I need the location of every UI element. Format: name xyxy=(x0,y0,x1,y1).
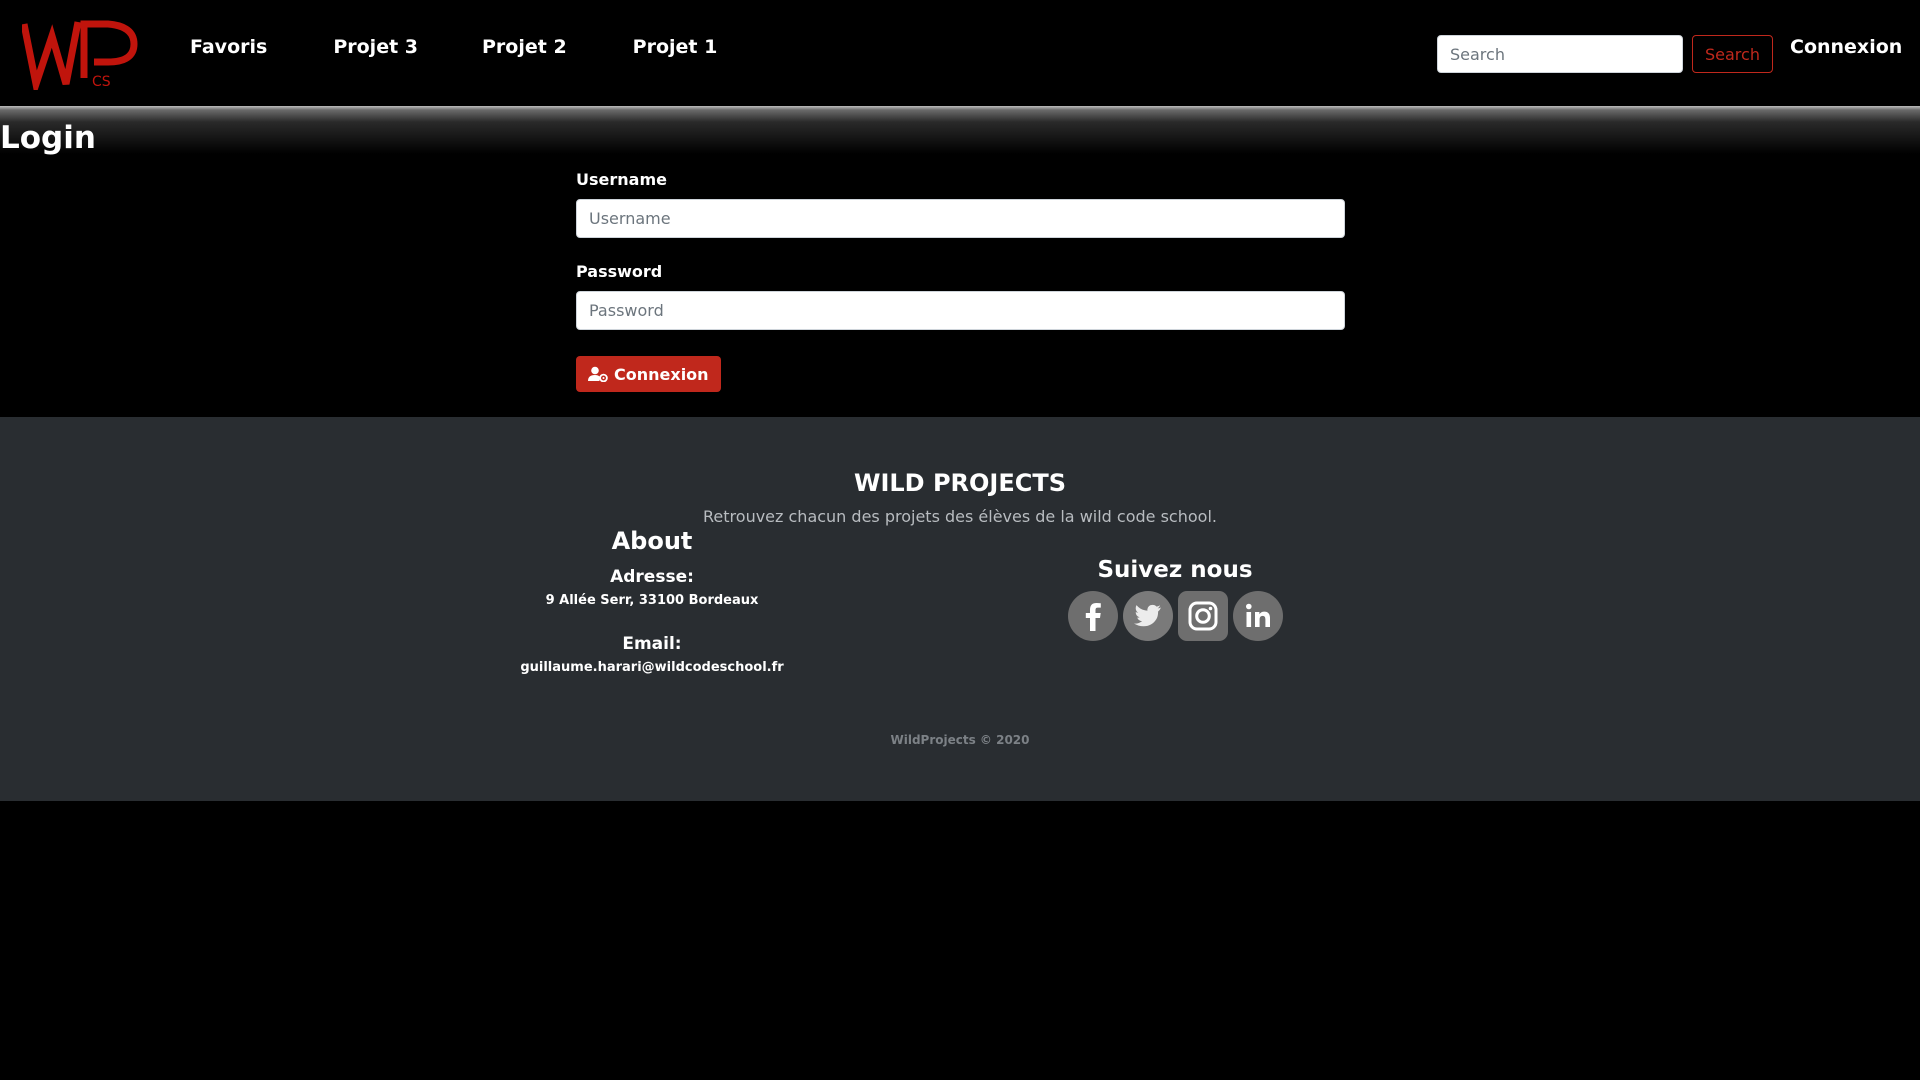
copyright: WildProjects © 2020 xyxy=(890,733,1030,747)
nav-link-favoris[interactable]: Favoris xyxy=(190,36,267,58)
nav-link-projet-2[interactable]: Projet 2 xyxy=(482,36,567,58)
footer-description: Retrouvez chacun des projets des élèves … xyxy=(703,507,1217,526)
search-form: Search xyxy=(1437,35,1773,73)
about-title: About xyxy=(611,527,693,555)
facebook-icon[interactable] xyxy=(1067,591,1118,641)
social-section: Suivez nous xyxy=(1060,557,1290,641)
username-field[interactable] xyxy=(576,199,1345,238)
login-form: Username Password Connexion xyxy=(576,170,1345,392)
user-cog-icon xyxy=(588,366,608,382)
main-nav: Favoris Projet 3 Projet 2 Projet 1 xyxy=(190,36,783,58)
login-submit-button[interactable]: Connexion xyxy=(576,356,721,392)
search-button[interactable]: Search xyxy=(1692,35,1773,73)
linkedin-icon[interactable] xyxy=(1232,591,1283,641)
wp-logo-icon: CS xyxy=(22,20,138,90)
header-shadow xyxy=(0,106,1920,154)
search-input[interactable] xyxy=(1437,35,1683,73)
page-title: Login xyxy=(0,120,96,156)
address-value: 9 Allée Serr, 33100 Bordeaux xyxy=(545,593,759,608)
about-section: About Adresse: 9 Allée Serr, 33100 Borde… xyxy=(502,527,802,701)
email-label: Email: xyxy=(622,634,682,654)
username-group: Username xyxy=(576,170,1345,238)
username-label: Username xyxy=(576,170,667,189)
password-group: Password xyxy=(576,262,1345,330)
address-label: Adresse: xyxy=(610,567,694,587)
social-icons xyxy=(1060,591,1290,641)
nav-link-projet-3[interactable]: Projet 3 xyxy=(333,36,418,58)
login-submit-label: Connexion xyxy=(614,364,709,384)
nav-link-projet-1[interactable]: Projet 1 xyxy=(633,36,718,58)
footer-title: WILD PROJECTS xyxy=(853,469,1067,497)
instagram-icon[interactable] xyxy=(1177,591,1228,641)
email-value[interactable]: guillaume.harari@wildcodeschool.fr xyxy=(502,660,802,675)
svg-text:CS: CS xyxy=(92,74,111,90)
nav-login-link[interactable]: Connexion xyxy=(1790,36,1902,58)
navbar: CS Favoris Projet 3 Projet 2 Projet 1 Se… xyxy=(0,0,1920,106)
twitter-icon[interactable] xyxy=(1122,591,1173,641)
footer: WILD PROJECTS Retrouvez chacun des proje… xyxy=(0,417,1920,801)
brand-logo[interactable]: CS xyxy=(22,18,142,90)
password-field[interactable] xyxy=(576,291,1345,330)
social-title: Suivez nous xyxy=(1097,557,1253,583)
password-label: Password xyxy=(576,262,663,281)
